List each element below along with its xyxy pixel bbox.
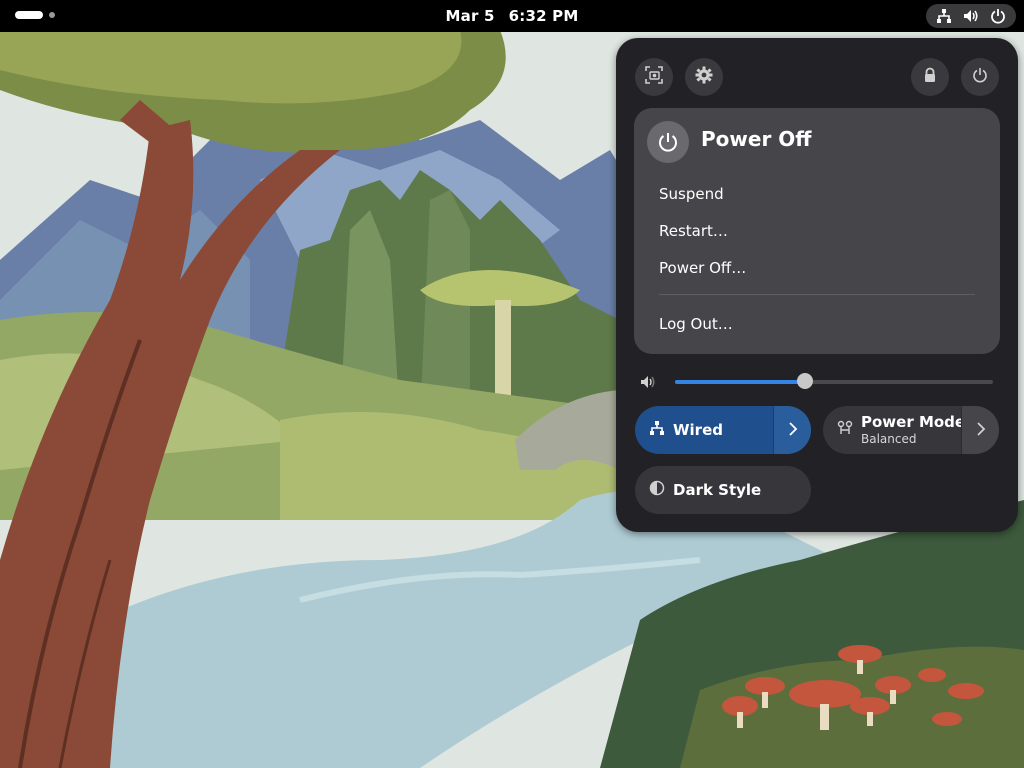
dark-style-toggle[interactable]: Dark Style: [635, 466, 811, 514]
wired-label: Wired: [673, 421, 723, 439]
clock-button[interactable]: Mar 5 6:32 PM: [0, 0, 1024, 32]
menu-item-restart[interactable]: Restart…: [659, 222, 728, 240]
quick-settings-menu: Power Off Suspend Restart… Power Off… Lo…: [616, 38, 1018, 532]
power-mode-toggle[interactable]: Power Mode Balanced: [823, 406, 999, 454]
wired-menu-arrow-button[interactable]: [773, 406, 811, 454]
chevron-right-icon: [976, 421, 986, 440]
power-icon: [972, 67, 988, 87]
menu-item-power-off[interactable]: Power Off…: [659, 259, 746, 277]
menu-item-suspend[interactable]: Suspend: [659, 185, 724, 203]
power-mode-label: Power Mode: [861, 412, 966, 431]
settings-button[interactable]: [685, 58, 723, 96]
power-mode-toggle-main[interactable]: Power Mode Balanced: [823, 406, 965, 454]
lock-screen-button[interactable]: [911, 58, 949, 96]
dark-style-toggle-main[interactable]: Dark Style: [635, 466, 761, 514]
chevron-right-icon: [788, 421, 798, 440]
power-profile-icon: [837, 420, 853, 440]
network-wired-icon: [649, 420, 665, 440]
power-menu-button[interactable]: [961, 58, 999, 96]
screenshot-button[interactable]: [635, 58, 673, 96]
submenu-title: Power Off: [701, 127, 812, 151]
dark-style-label: Dark Style: [673, 481, 762, 499]
volume-slider-fill: [675, 380, 806, 384]
power-mode-menu-arrow-button[interactable]: [961, 406, 999, 454]
power-icon: [990, 8, 1006, 24]
volume-icon[interactable]: [640, 374, 656, 394]
clock-time: 6:32 PM: [508, 7, 579, 25]
top-bar: Mar 5 6:32 PM: [0, 0, 1024, 32]
volume-icon: [963, 8, 979, 24]
dark-style-icon: [649, 480, 665, 500]
volume-row: [640, 372, 996, 392]
clock-date: Mar 5: [445, 7, 495, 25]
system-status-area[interactable]: [926, 4, 1016, 28]
power-icon: [647, 121, 689, 163]
network-wired-icon: [936, 8, 952, 24]
menu-separator: [659, 294, 975, 295]
wired-toggle[interactable]: Wired: [635, 406, 811, 454]
power-mode-subtitle: Balanced: [861, 431, 917, 446]
wired-toggle-main[interactable]: Wired: [635, 406, 723, 454]
power-off-submenu: Power Off Suspend Restart… Power Off… Lo…: [634, 108, 1000, 354]
menu-item-log-out[interactable]: Log Out…: [659, 315, 733, 333]
screenshot-icon: [645, 66, 663, 88]
lock-icon: [922, 67, 938, 87]
gear-icon: [695, 66, 713, 88]
volume-slider-handle[interactable]: [797, 373, 814, 389]
